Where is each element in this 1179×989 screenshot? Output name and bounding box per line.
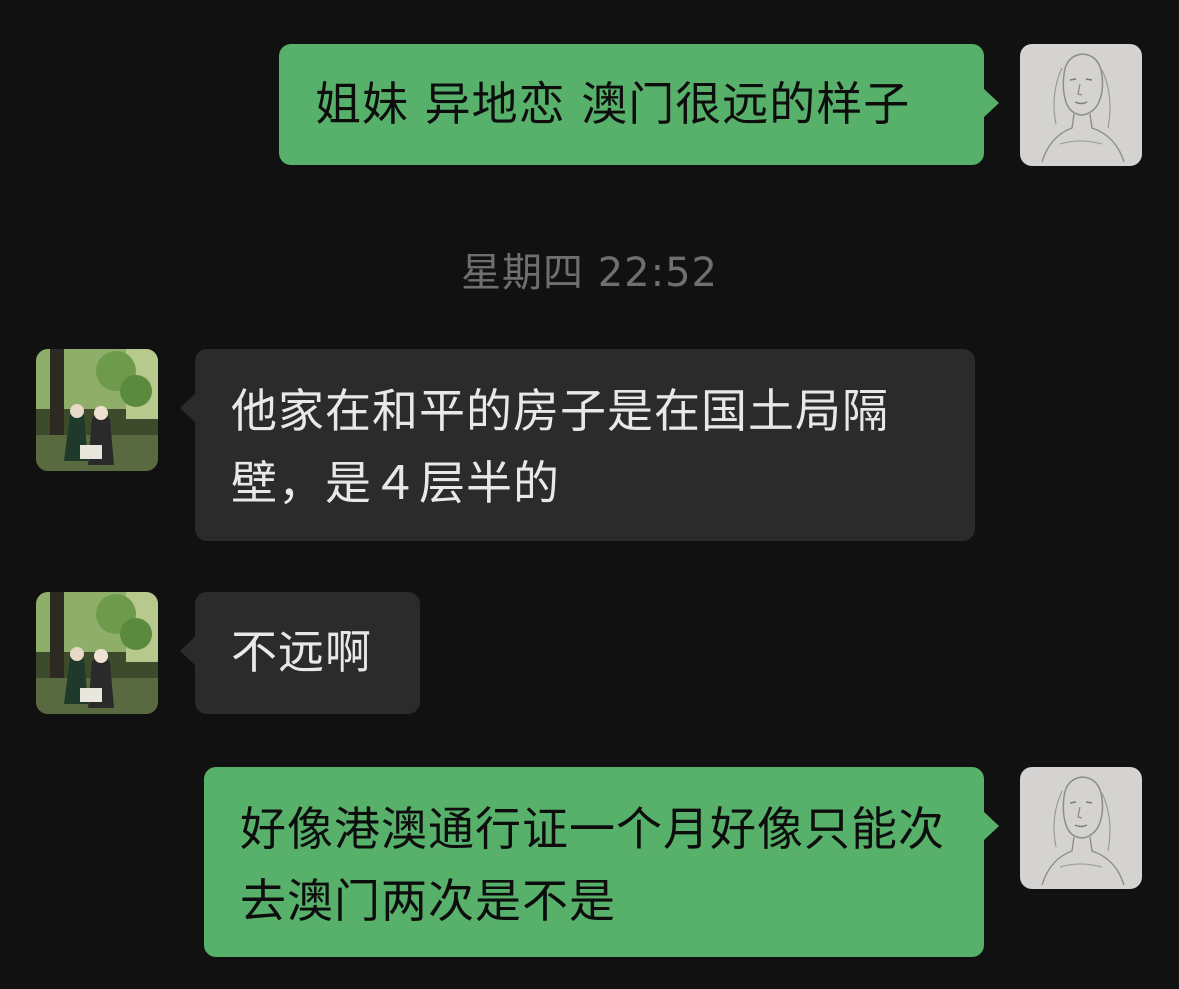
outgoing-message-bubble[interactable]: 好像港澳通行证一个月好像只能次去澳门两次是不是: [204, 767, 999, 957]
garden-photo-icon: [36, 592, 158, 714]
message-text: 他家在和平的房子是在国土局隔壁，是４层半的: [231, 384, 889, 510]
timestamp: 星期四 22:52: [461, 250, 718, 296]
garden-photo-icon: [36, 349, 158, 471]
contact-avatar[interactable]: [36, 592, 158, 714]
outgoing-message-bubble[interactable]: 姐妹 异地恋 澳门很远的样子: [279, 44, 999, 165]
self-avatar[interactable]: [1020, 767, 1142, 889]
contact-avatar[interactable]: [36, 349, 158, 471]
chat-thread: 姐妹 异地恋 澳门很远的样子 星期四 22:52 他家在和平的房子是在国土局隔壁…: [0, 0, 1179, 989]
self-avatar[interactable]: [1020, 44, 1142, 166]
incoming-message-bubble[interactable]: 他家在和平的房子是在国土局隔壁，是４层半的: [180, 349, 975, 541]
message-text: 不远啊: [231, 625, 372, 679]
message-text: 好像港澳通行证一个月好像只能次去澳门两次是不是: [240, 802, 945, 928]
sketch-portrait-icon: [1020, 44, 1142, 166]
message-text: 姐妹 异地恋 澳门很远的样子: [315, 77, 911, 131]
incoming-message-bubble[interactable]: 不远啊: [180, 592, 420, 714]
sketch-portrait-icon: [1020, 767, 1142, 889]
